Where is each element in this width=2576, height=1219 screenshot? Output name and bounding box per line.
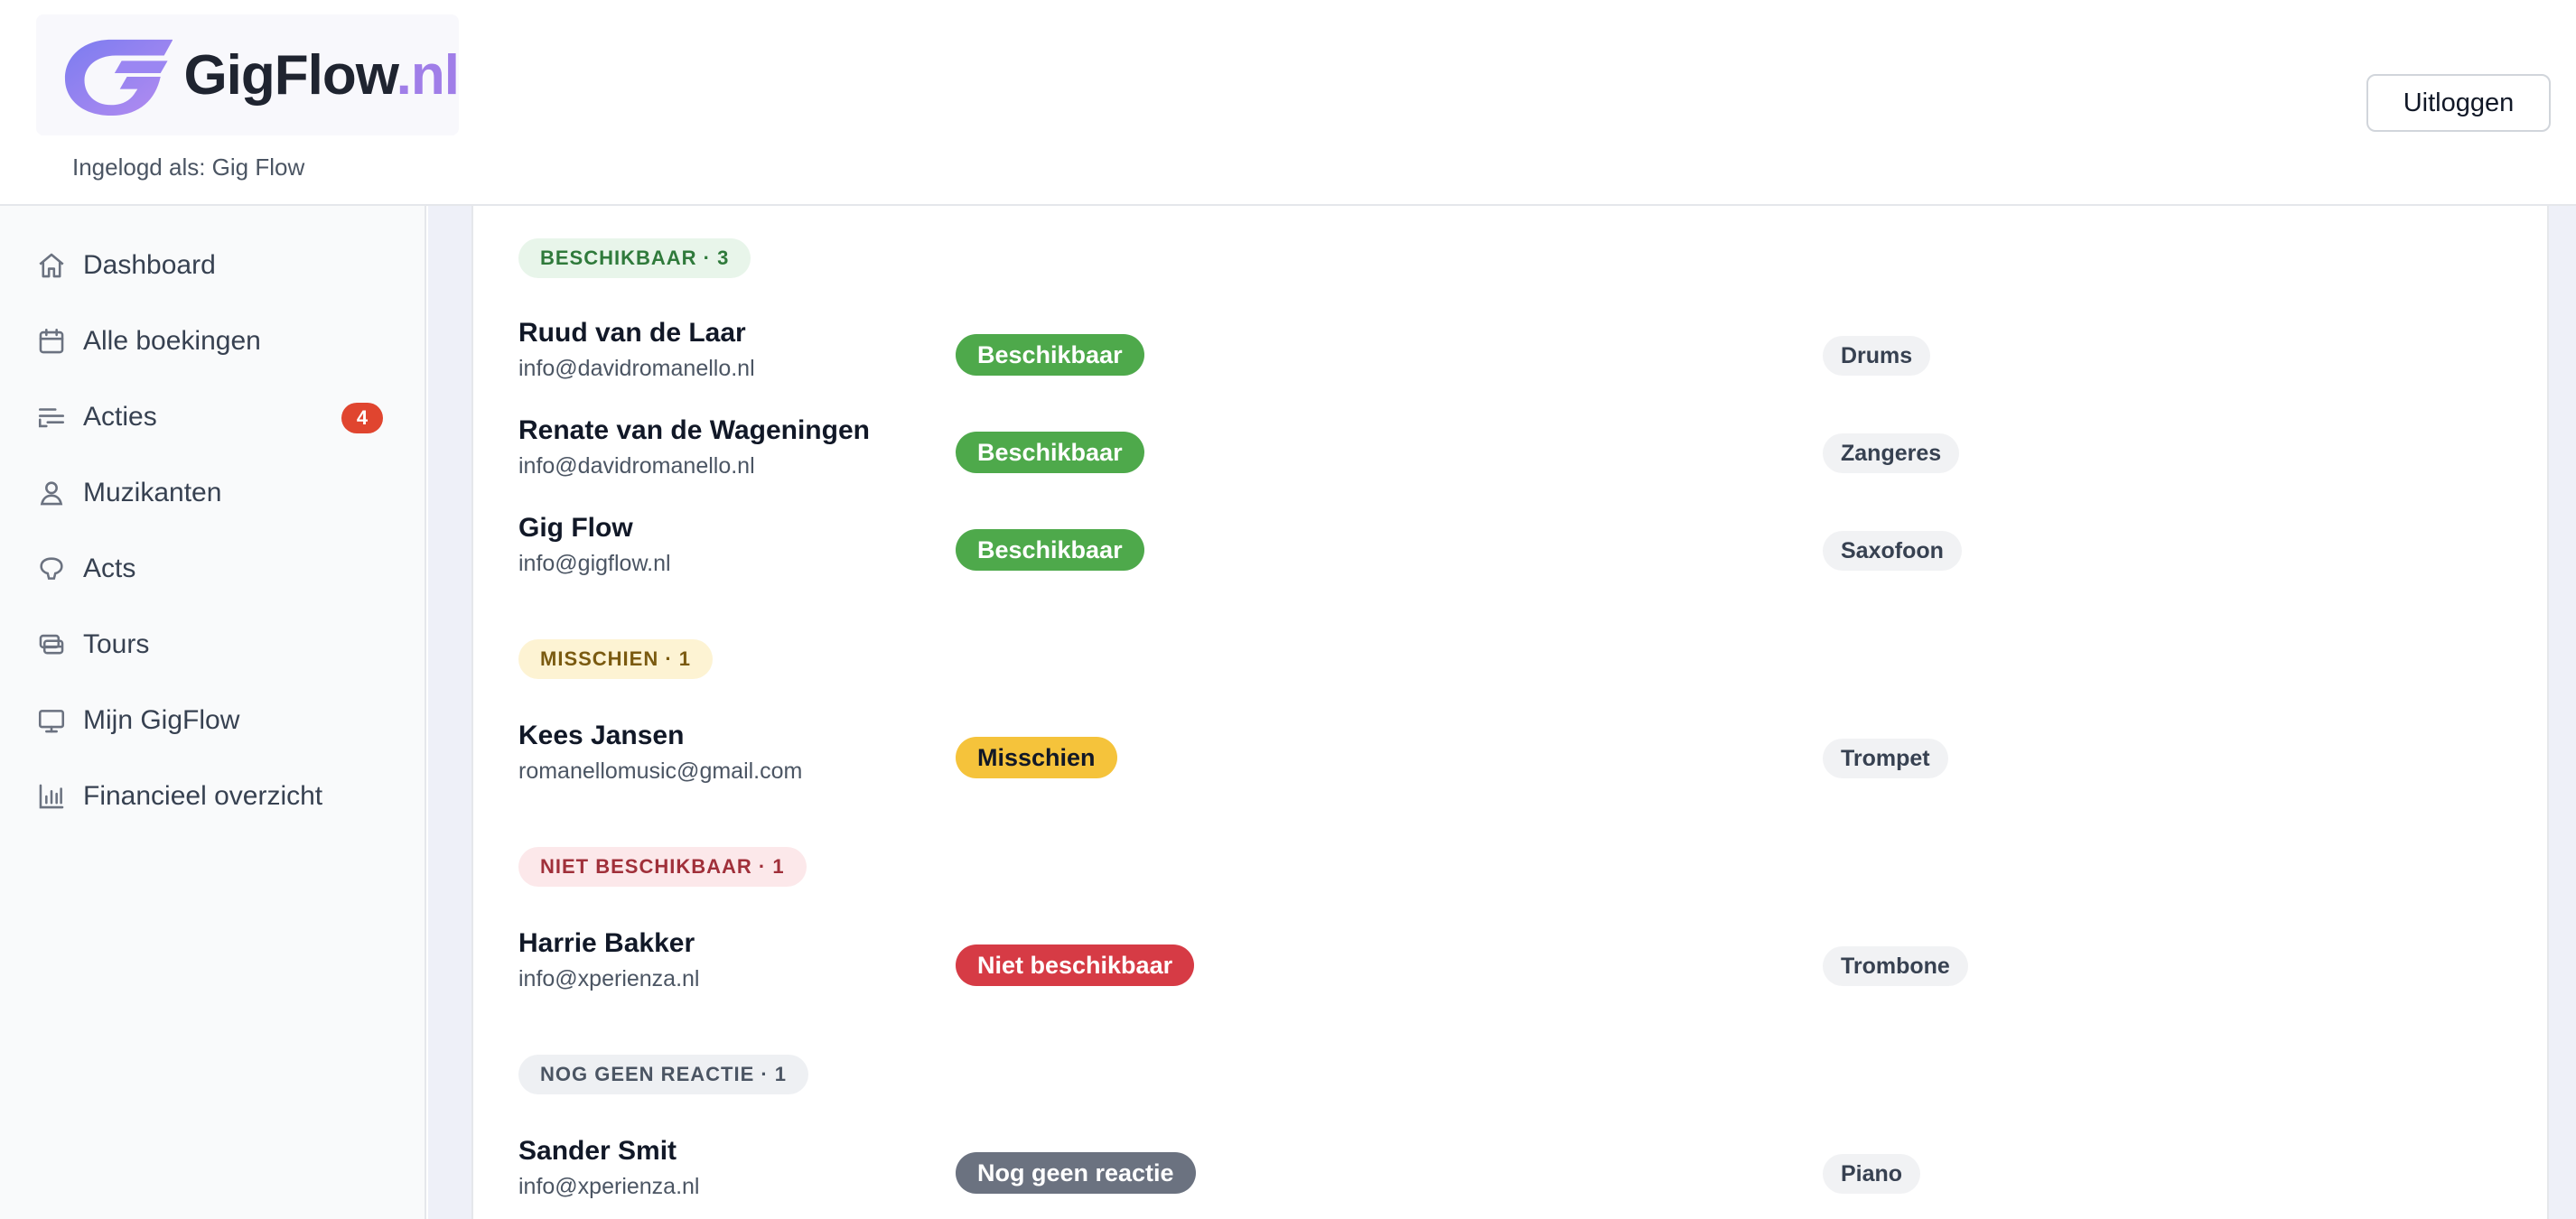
monitor-icon [38, 710, 65, 733]
sidebar-item-tours[interactable]: Tours [36, 618, 397, 672]
sidebar-item-label: Financieel overzicht [83, 781, 323, 811]
group-label-beschikbaar: BESCHIKBAAR · 3 [518, 238, 751, 278]
member-row[interactable]: Harrie Bakker info@xperienza.nl Niet bes… [518, 928, 2506, 1000]
sidebar-item-financieel-overzicht[interactable]: Financieel overzicht [36, 769, 397, 824]
group-label-niet-beschikbaar: NIET BESCHIKBAAR · 1 [518, 847, 807, 887]
member-name: Harrie Bakker [518, 928, 695, 958]
sidebar-item-label: Muzikanten [83, 478, 222, 507]
member-email: info@davidromanello.nl [518, 356, 755, 381]
calendar-icon [39, 328, 64, 354]
sidebar-item-dashboard[interactable]: Dashboard [36, 238, 397, 293]
status-badge: Misschien [956, 737, 1117, 778]
tours-icon [39, 634, 64, 655]
sidebar-item-label: Acties [83, 402, 157, 432]
sidebar: Dashboard Alle boekingen Acties 4 Muzika… [0, 206, 426, 1219]
sidebar-item-label: Dashboard [83, 250, 216, 280]
instrument-tag: Trompet [1823, 739, 1948, 778]
member-name: Renate van de Wageningen [518, 415, 870, 445]
member-email: info@xperienza.nl [518, 1174, 700, 1199]
member-row[interactable]: Kees Jansen romanellomusic@gmail.com Mis… [518, 721, 2506, 793]
sidebar-item-muzikanten[interactable]: Muzikanten [36, 466, 397, 520]
sidebar-item-acties[interactable]: Acties 4 [36, 390, 397, 444]
member-email: romanellomusic@gmail.com [518, 758, 803, 784]
main-content: BESCHIKBAAR · 3 Ruud van de Laar info@da… [428, 206, 2576, 1219]
instrument-tag: Saxofoon [1823, 531, 1962, 571]
status-badge: Beschikbaar [956, 334, 1144, 376]
home-icon [39, 253, 64, 278]
sidebar-item-mijn-gigflow[interactable]: Mijn GigFlow [36, 693, 397, 748]
availability-card: BESCHIKBAAR · 3 Ruud van de Laar info@da… [471, 206, 2549, 1219]
logout-button[interactable]: Uitloggen [2366, 74, 2551, 132]
sidebar-item-label: Tours [83, 629, 150, 659]
logged-in-label: Ingelogd als: Gig Flow [72, 154, 305, 181]
sidebar-item-label: Acts [83, 554, 136, 583]
actions-icon [38, 408, 65, 428]
gigflow-logo-icon [64, 39, 173, 116]
user-icon [40, 481, 63, 506]
member-name: Ruud van de Laar [518, 318, 746, 348]
sidebar-item-label: Mijn GigFlow [83, 705, 240, 735]
gigflow-logo[interactable]: GigFlow.nl [36, 14, 460, 135]
status-badge: Beschikbaar [956, 432, 1144, 473]
sidebar-item-label: Alle boekingen [83, 326, 261, 356]
instrument-tag: Trombone [1823, 946, 1968, 986]
status-badge: Niet beschikbaar [956, 944, 1195, 986]
member-name: Gig Flow [518, 513, 633, 543]
app-header: GigFlow.nl Ingelogd als: Gig Flow Uitlog… [0, 0, 2576, 206]
instrument-tag: Drums [1823, 336, 1931, 376]
actions-count-badge: 4 [341, 403, 383, 433]
sidebar-item-acts[interactable]: Acts [36, 542, 397, 596]
acts-icon [40, 557, 63, 580]
chart-icon [39, 784, 64, 809]
member-email: info@gigflow.nl [518, 551, 671, 576]
sidebar-item-alle-boekingen[interactable]: Alle boekingen [36, 314, 397, 368]
group-label-nog-geen-reactie: NOG GEEN REACTIE · 1 [518, 1055, 809, 1094]
member-row[interactable]: Renate van de Wageningen info@davidroman… [518, 415, 2506, 488]
member-row[interactable]: Gig Flow info@gigflow.nl Beschikbaar Sax… [518, 513, 2506, 585]
member-email: info@xperienza.nl [518, 966, 700, 991]
member-email: info@davidromanello.nl [518, 453, 755, 479]
member-name: Sander Smit [518, 1136, 677, 1166]
member-row[interactable]: Sander Smit info@xperienza.nl Nog geen r… [518, 1136, 2506, 1208]
group-label-misschien: MISSCHIEN · 1 [518, 639, 714, 679]
instrument-tag: Zangeres [1823, 433, 1960, 473]
member-row[interactable]: Ruud van de Laar info@davidromanello.nl … [518, 318, 2506, 390]
logo-text: GigFlow.nl [183, 43, 460, 107]
member-name: Kees Jansen [518, 721, 685, 750]
status-badge: Beschikbaar [956, 529, 1144, 571]
status-badge: Nog geen reactie [956, 1152, 1196, 1194]
instrument-tag: Piano [1823, 1154, 1921, 1194]
